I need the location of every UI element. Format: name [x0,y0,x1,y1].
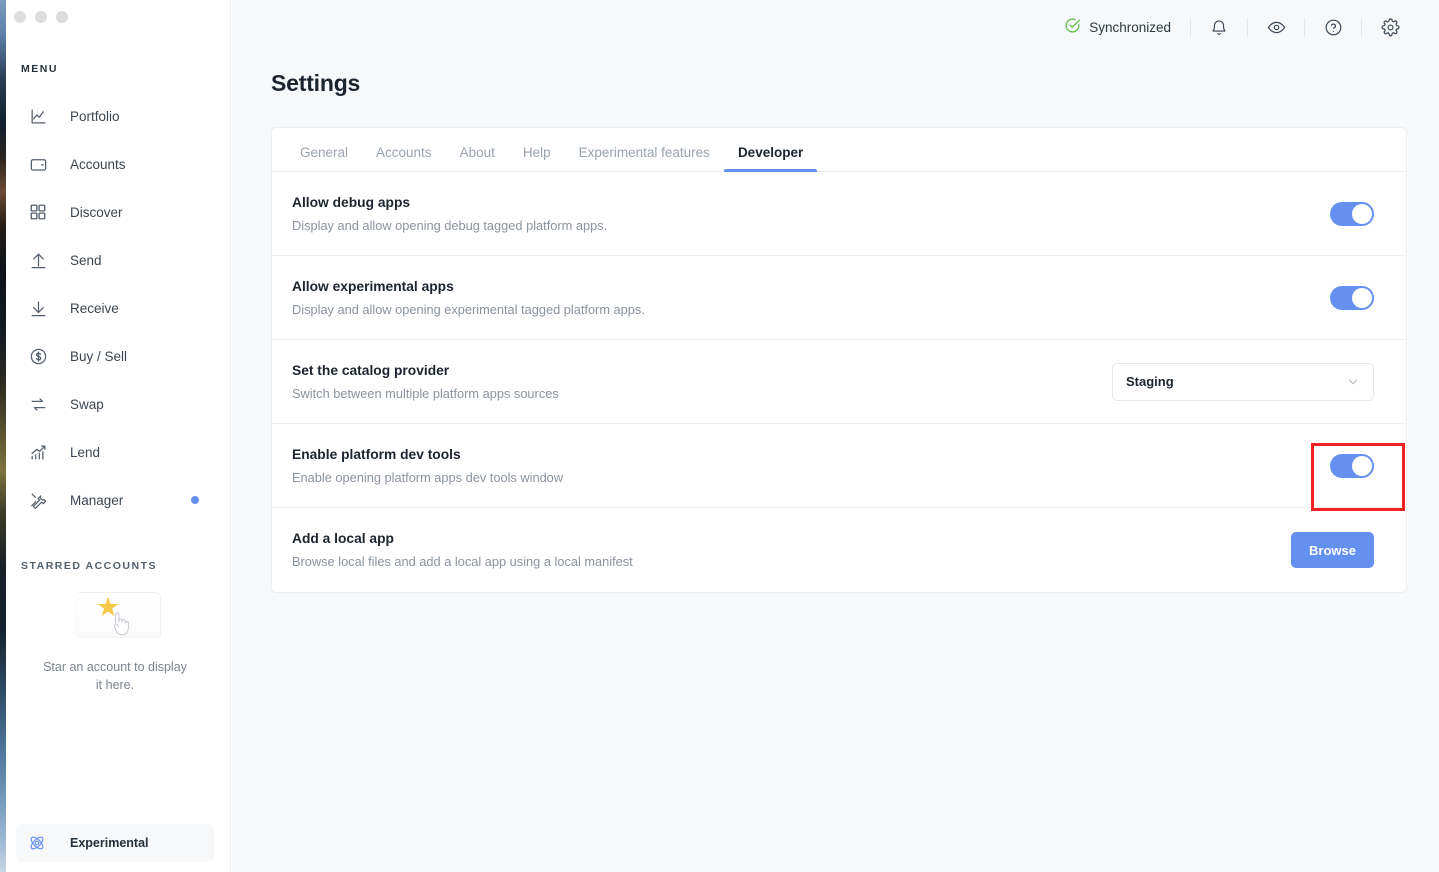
atom-icon [28,834,48,852]
toggle-knob [1352,287,1372,308]
enable-platform-dev-tools-toggle[interactable] [1330,453,1374,478]
close-button[interactable] [14,11,26,23]
growth-chart-icon [28,442,48,462]
sidebar-item-lend[interactable]: Lend [0,428,230,476]
setting-row-allow-debug-apps: Allow debug apps Display and allow openi… [272,172,1406,256]
tab-help[interactable]: Help [509,145,565,171]
toolbar-divider [1190,18,1191,37]
settings-card: General Accounts About Help Experimental… [271,127,1407,593]
browse-button[interactable]: Browse [1291,532,1374,568]
tab-developer[interactable]: Developer [723,145,818,172]
catalog-provider-select[interactable]: Staging [1112,362,1374,401]
setting-description: Display and allow opening debug tagged p… [292,217,608,233]
check-circle-icon [1064,17,1081,39]
toolbar-divider [1361,18,1362,37]
setting-title: Set the catalog provider [292,362,450,378]
starred-accounts-empty-state: ★ Star an account to display it here. [0,586,230,694]
tab-accounts[interactable]: Accounts [362,145,446,171]
setting-description: Browse local files and add a local app u… [292,554,633,569]
menu-heading: MENU [21,63,58,75]
line-chart-icon [28,106,48,126]
chevron-down-icon [1346,375,1360,389]
sidebar-item-swap[interactable]: Swap [0,380,230,428]
eye-icon[interactable] [1259,11,1293,45]
settings-tabs: General Accounts About Help Experimental… [272,128,1406,172]
setting-description: Enable opening platform apps dev tools w… [292,469,564,485]
catalog-provider-value: Staging [1126,374,1174,389]
toggle-knob [1352,455,1372,476]
sidebar-item-experimental[interactable]: Experimental [16,824,214,862]
settings-panel-wrapper: General Accounts About Help Experimental… [271,127,1407,593]
notification-dot [191,496,199,504]
swap-arrows-icon [28,394,48,414]
maximize-button[interactable] [56,11,68,23]
help-circle-icon[interactable] [1316,11,1350,45]
setting-title: Add a local app [292,531,394,546]
tab-about[interactable]: About [446,145,509,171]
starred-empty-text: Star an account to display it here. [43,660,187,692]
toggle-knob [1352,203,1372,224]
starred-empty-illustration: ★ [69,586,161,644]
arrow-down-icon [28,298,48,318]
cursor-hand-icon [113,612,129,636]
sync-status-label: Synchronized [1089,20,1171,35]
sidebar-item-label: Send [70,252,102,268]
setting-text-group: Allow debug apps Display and allow openi… [292,195,607,233]
main-content: Synchronized Settings General Accounts A… [231,0,1439,872]
tools-icon [28,490,48,510]
sidebar-item-manager[interactable]: Manager [0,476,230,524]
allow-debug-apps-toggle[interactable] [1330,201,1374,226]
sidebar-item-buy-sell[interactable]: Buy / Sell [0,332,230,380]
gear-icon[interactable] [1373,11,1407,45]
bell-icon[interactable] [1202,11,1236,45]
sidebar-item-label: Discover [70,204,123,220]
toolbar-divider [1304,18,1305,37]
page-title: Settings [271,70,361,96]
sync-status[interactable]: Synchronized [1064,17,1171,39]
sidebar-item-label: Accounts [70,156,126,172]
setting-row-add-local-app: Add a local app Browse local files and a… [272,508,1406,592]
tab-general[interactable]: General [286,145,362,171]
toolbar-divider [1247,18,1248,37]
tab-experimental-features[interactable]: Experimental features [565,145,724,171]
setting-row-catalog-provider: Set the catalog provider Switch between … [272,340,1406,424]
sidebar-item-label: Buy / Sell [70,348,128,364]
sidebar: MENU Portfolio Accounts Discover Send Re… [0,0,231,872]
setting-description: Switch between multiple platform apps so… [292,385,559,401]
sidebar-item-label: Receive [70,300,119,316]
dollar-circle-icon [28,346,48,366]
setting-text-group: Add a local app Browse local files and a… [292,531,633,569]
allow-experimental-apps-toggle[interactable] [1330,285,1374,310]
starred-accounts-heading: STARRED ACCOUNTS [21,560,157,572]
wallet-icon [28,154,48,174]
sidebar-item-receive[interactable]: Receive [0,284,230,332]
window-controls[interactable] [0,0,230,33]
setting-title: Allow debug apps [292,194,411,210]
app-window: MENU Portfolio Accounts Discover Send Re… [0,0,1439,872]
sidebar-item-label: Portfolio [70,108,120,124]
setting-description: Display and allow opening experimental t… [292,301,645,317]
topbar: Synchronized [231,0,1439,55]
setting-row-enable-platform-dev-tools: Enable platform dev tools Enable opening… [272,424,1406,508]
arrow-up-icon [28,250,48,270]
main-nav: Portfolio Accounts Discover Send Receive… [0,92,230,524]
setting-text-group: Allow experimental apps Display and allo… [292,279,645,317]
sidebar-item-label: Swap [70,396,104,412]
sidebar-footer: Experimental [0,824,230,872]
minimize-button[interactable] [35,11,47,23]
sidebar-item-label: Manager [70,492,124,508]
setting-text-group: Enable platform dev tools Enable opening… [292,447,563,485]
sidebar-item-send[interactable]: Send [0,236,230,284]
setting-text-group: Set the catalog provider Switch between … [292,363,559,401]
sidebar-item-accounts[interactable]: Accounts [0,140,230,188]
setting-title: Allow experimental apps [292,278,454,294]
sidebar-item-discover[interactable]: Discover [0,188,230,236]
sidebar-item-portfolio[interactable]: Portfolio [0,92,230,140]
desktop-background-strip [0,0,6,872]
setting-title: Enable platform dev tools [292,446,461,462]
grid-icon [28,202,48,222]
sidebar-item-label: Lend [70,444,101,460]
sidebar-item-label: Experimental [70,836,149,850]
setting-row-allow-experimental-apps: Allow experimental apps Display and allo… [272,256,1406,340]
